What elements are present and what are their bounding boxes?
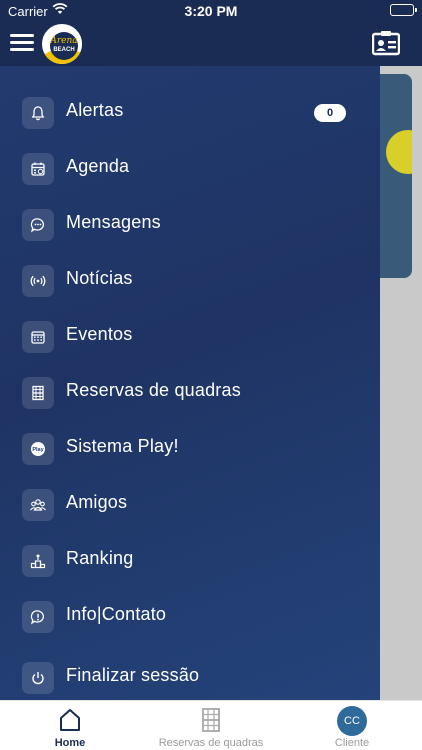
- menu-item-eventos[interactable]: Eventos: [0, 309, 380, 365]
- menu-item-label: Ranking: [66, 548, 134, 568]
- menu-item-agenda[interactable]: Agenda: [0, 141, 380, 197]
- podium-icon: [22, 545, 54, 577]
- tab-reservas-de-quadras[interactable]: Reservas de quadras: [141, 701, 281, 750]
- banner-card: [380, 74, 412, 278]
- calendar-icon: [22, 153, 54, 185]
- menu-item-info-contato[interactable]: Info|Contato: [0, 589, 380, 645]
- menu-item-label: Finalizar sessão: [66, 665, 200, 685]
- info-bubble-icon: [22, 601, 54, 633]
- contact-card-icon[interactable]: [371, 30, 401, 56]
- menu-item-mensagens[interactable]: Mensagens: [0, 197, 380, 253]
- svg-text:BEACH: BEACH: [53, 47, 74, 53]
- tab-label: Home: [54, 737, 86, 749]
- menu-item-label: Info|Contato: [66, 604, 167, 624]
- chat-bubble-icon: [22, 209, 54, 241]
- calendar-grid-icon: [22, 321, 54, 353]
- menu-item-sistema-play[interactable]: Play Sistema Play!: [0, 421, 380, 477]
- menu-item-label: Eventos: [66, 324, 133, 344]
- menu-item-reservas[interactable]: Reservas de quadras: [0, 365, 380, 421]
- menu-item-label: Amigos: [66, 492, 128, 512]
- menu-item-noticias[interactable]: Notícias: [0, 253, 380, 309]
- tab-home[interactable]: Home: [0, 701, 140, 750]
- menu-item-label: Notícias: [66, 268, 133, 288]
- alert-count-badge: 0: [314, 104, 346, 122]
- menu-item-amigos[interactable]: Amigos: [0, 477, 380, 533]
- arena-beach-logo: Arena BEACH: [40, 22, 84, 66]
- court-icon: [22, 377, 54, 409]
- friends-icon: [22, 489, 54, 521]
- tab-label: Cliente: [334, 737, 370, 749]
- menu-item-alertas[interactable]: Alertas 0: [0, 85, 380, 141]
- court-icon: [197, 706, 225, 734]
- play-badge-icon: Play: [22, 433, 54, 465]
- hamburger-icon[interactable]: [10, 30, 36, 54]
- clock: 3:20 PM: [184, 3, 238, 19]
- menu-item-ranking[interactable]: Ranking: [0, 533, 380, 589]
- bottom-tab-bar: Home Reservas de quadras CC Cliente: [0, 700, 422, 750]
- svg-text:Play: Play: [32, 447, 44, 453]
- menu-item-label: Mensagens: [66, 212, 161, 232]
- battery-icon: [390, 4, 417, 16]
- bell-icon: [22, 97, 54, 129]
- side-drawer: Alertas 0 Agenda Mensagens Notícias Even…: [0, 66, 380, 700]
- power-icon: [22, 662, 54, 694]
- tab-cliente[interactable]: CC Cliente: [282, 701, 422, 750]
- tab-label: Reservas de quadras: [158, 737, 264, 749]
- svg-text:Arena: Arena: [49, 36, 77, 46]
- menu-item-label: Alertas: [66, 100, 124, 120]
- status-bar: Carrier 3:20 PM: [0, 0, 422, 22]
- broadcast-icon: [22, 265, 54, 297]
- avatar: CC: [337, 706, 367, 736]
- menu-item-label: Reservas de quadras: [66, 380, 241, 400]
- menu-item-label: Sistema Play!: [66, 436, 179, 456]
- main-content-overlay[interactable]: [380, 66, 422, 700]
- home-icon: [56, 706, 84, 734]
- top-bar: Arena BEACH: [0, 22, 422, 66]
- menu-item-finalizar-sessao[interactable]: Finalizar sessão: [0, 650, 380, 700]
- menu-item-label: Agenda: [66, 156, 130, 176]
